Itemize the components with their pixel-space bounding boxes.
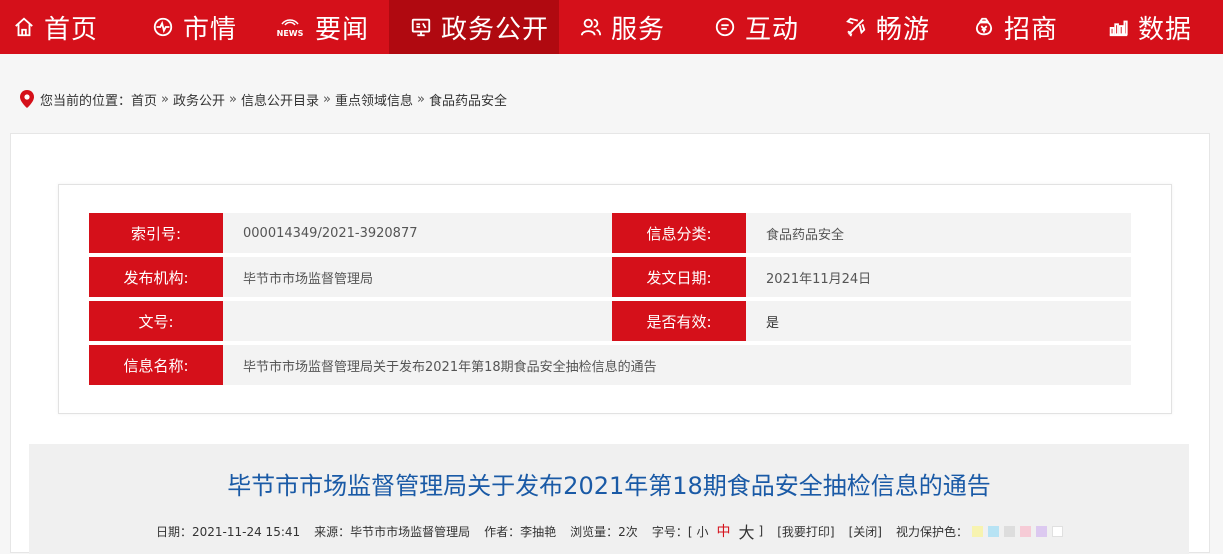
document-metadata-box: 索引号: 000014349/2021-3920877 信息分类: 食品药品安全… bbox=[58, 184, 1172, 414]
article-title: 毕节市市场监督管理局关于发布2021年第18期食品安全抽检信息的通告 bbox=[227, 472, 991, 500]
nav-item-label: 招商 bbox=[1004, 14, 1059, 45]
article-author: 作者：李抽艳 bbox=[484, 524, 557, 539]
publisher-label: 发布机构: bbox=[89, 257, 223, 297]
nav-item-label: 首页 bbox=[44, 14, 99, 45]
plane-icon bbox=[844, 15, 868, 39]
breadcrumb-prefix: 您当前的位置： bbox=[40, 93, 132, 109]
validity-label: 是否有效: bbox=[612, 301, 746, 341]
document-metadata-table: 索引号: 000014349/2021-3920877 信息分类: 食品药品安全… bbox=[89, 213, 1131, 389]
breadcrumb-separator: » bbox=[416, 91, 425, 107]
location-pin-icon bbox=[20, 90, 34, 108]
metadata-row: 文号: 是否有效: 是 bbox=[89, 301, 1131, 341]
breadcrumb-link-food-drug-safety[interactable]: 食品药品安全 bbox=[429, 90, 507, 109]
nav-item-news[interactable]: NEWS 要闻 bbox=[257, 0, 389, 54]
metadata-row: 索引号: 000014349/2021-3920877 信息分类: 食品药品安全 bbox=[89, 213, 1131, 253]
bar-chart-icon bbox=[1106, 15, 1130, 39]
chat-icon bbox=[713, 15, 737, 39]
top-navigation: 首页 市情 NEWS 要闻 政务公开 服务 互动 畅游 招商 数据 bbox=[0, 0, 1223, 54]
breadcrumb-link-info-directory[interactable]: 信息公开目录 bbox=[241, 90, 319, 109]
category-label: 信息分类: bbox=[612, 213, 746, 253]
home-icon bbox=[12, 15, 36, 39]
issue-date-value: 2021年11月24日 bbox=[746, 257, 1131, 297]
article-date: 日期：2021-11-24 15:41 bbox=[156, 524, 301, 539]
nav-item-data[interactable]: 数据 bbox=[1080, 0, 1223, 54]
article-source: 来源：毕节市市场监督管理局 bbox=[314, 524, 471, 539]
nav-item-label: 互动 bbox=[745, 14, 800, 45]
monitor-icon bbox=[409, 15, 433, 39]
metadata-row: 发布机构: 毕节市市场监督管理局 发文日期: 2021年11月24日 bbox=[89, 257, 1131, 297]
index-number-value: 000014349/2021-3920877 bbox=[223, 213, 612, 253]
print-button[interactable]: [我要打印] bbox=[777, 523, 834, 540]
eye-care-color-label: 视力保护色： bbox=[895, 524, 968, 539]
breadcrumb-separator: » bbox=[323, 91, 331, 107]
eye-care-swatch-white[interactable] bbox=[1051, 525, 1063, 537]
pulse-icon bbox=[151, 15, 175, 39]
document-number-label: 文号: bbox=[89, 301, 223, 341]
breadcrumb-link-government-affairs[interactable]: 政务公开 bbox=[173, 90, 225, 109]
index-number-label: 索引号: bbox=[89, 213, 223, 253]
nav-item-label: 畅游 bbox=[876, 14, 931, 45]
font-size-label: 字号：[ bbox=[651, 524, 693, 539]
eye-care-swatch-gray[interactable] bbox=[1003, 525, 1015, 537]
publisher-value: 毕节市市场监督管理局 bbox=[223, 257, 612, 297]
article-views: 浏览量：2次 bbox=[570, 524, 638, 539]
breadcrumb-link-home[interactable]: 首页 bbox=[131, 90, 157, 109]
nav-item-label: 市情 bbox=[183, 14, 238, 45]
font-size-large-button[interactable]: 大 bbox=[739, 519, 755, 543]
category-value: 食品药品安全 bbox=[746, 213, 1131, 253]
validity-value: 是 bbox=[746, 301, 1131, 341]
nav-item-travel[interactable]: 畅游 bbox=[822, 0, 952, 54]
breadcrumb: 您当前的位置： 首页 » 政务公开 » 信息公开目录 » 重点领域信息 » 食品… bbox=[20, 89, 507, 109]
breadcrumb-separator: » bbox=[161, 91, 169, 107]
eye-care-swatch-blue[interactable] bbox=[987, 525, 999, 537]
eye-care-swatch-pink[interactable] bbox=[1019, 525, 1031, 537]
news-icon: NEWS bbox=[273, 15, 307, 39]
eye-care-swatch-purple[interactable] bbox=[1035, 525, 1047, 537]
font-size-bracket-end: ] bbox=[758, 524, 764, 538]
nav-item-services[interactable]: 服务 bbox=[559, 0, 689, 54]
nav-item-label: 数据 bbox=[1138, 14, 1193, 45]
nav-item-label: 要闻 bbox=[315, 14, 370, 45]
users-icon bbox=[579, 15, 603, 39]
nav-item-city-info[interactable]: 市情 bbox=[127, 0, 257, 54]
content-panel: 索引号: 000014349/2021-3920877 信息分类: 食品药品安全… bbox=[10, 133, 1210, 554]
nav-item-label: 服务 bbox=[611, 14, 666, 45]
metadata-row: 信息名称: 毕节市市场监督管理局关于发布2021年第18期食品安全抽检信息的通告 bbox=[89, 345, 1131, 385]
article-info-bar: 日期：2021-11-24 15:41 来源：毕节市市场监督管理局 作者：李抽艳… bbox=[156, 519, 1068, 543]
breadcrumb-link-key-areas[interactable]: 重点领域信息 bbox=[335, 90, 413, 109]
eye-care-swatch-yellow[interactable] bbox=[971, 525, 983, 537]
nav-item-interaction[interactable]: 互动 bbox=[689, 0, 822, 54]
issue-date-label: 发文日期: bbox=[612, 257, 746, 297]
document-number-value bbox=[223, 301, 612, 341]
font-size-medium-button[interactable]: 中 bbox=[717, 521, 731, 541]
info-name-value: 毕节市市场监督管理局关于发布2021年第18期食品安全抽检信息的通告 bbox=[223, 345, 1131, 385]
svg-text:NEWS: NEWS bbox=[277, 29, 304, 38]
nav-item-label: 政务公开 bbox=[441, 14, 550, 45]
close-button[interactable]: [关闭] bbox=[849, 523, 882, 540]
font-size-small-button[interactable]: 小 bbox=[697, 523, 709, 540]
info-name-label: 信息名称: bbox=[89, 345, 223, 385]
nav-item-investment[interactable]: 招商 bbox=[952, 0, 1080, 54]
nav-item-government-affairs[interactable]: 政务公开 bbox=[389, 0, 559, 54]
money-bag-icon bbox=[972, 15, 996, 39]
nav-item-home[interactable]: 首页 bbox=[0, 0, 127, 54]
breadcrumb-separator: » bbox=[229, 91, 237, 107]
